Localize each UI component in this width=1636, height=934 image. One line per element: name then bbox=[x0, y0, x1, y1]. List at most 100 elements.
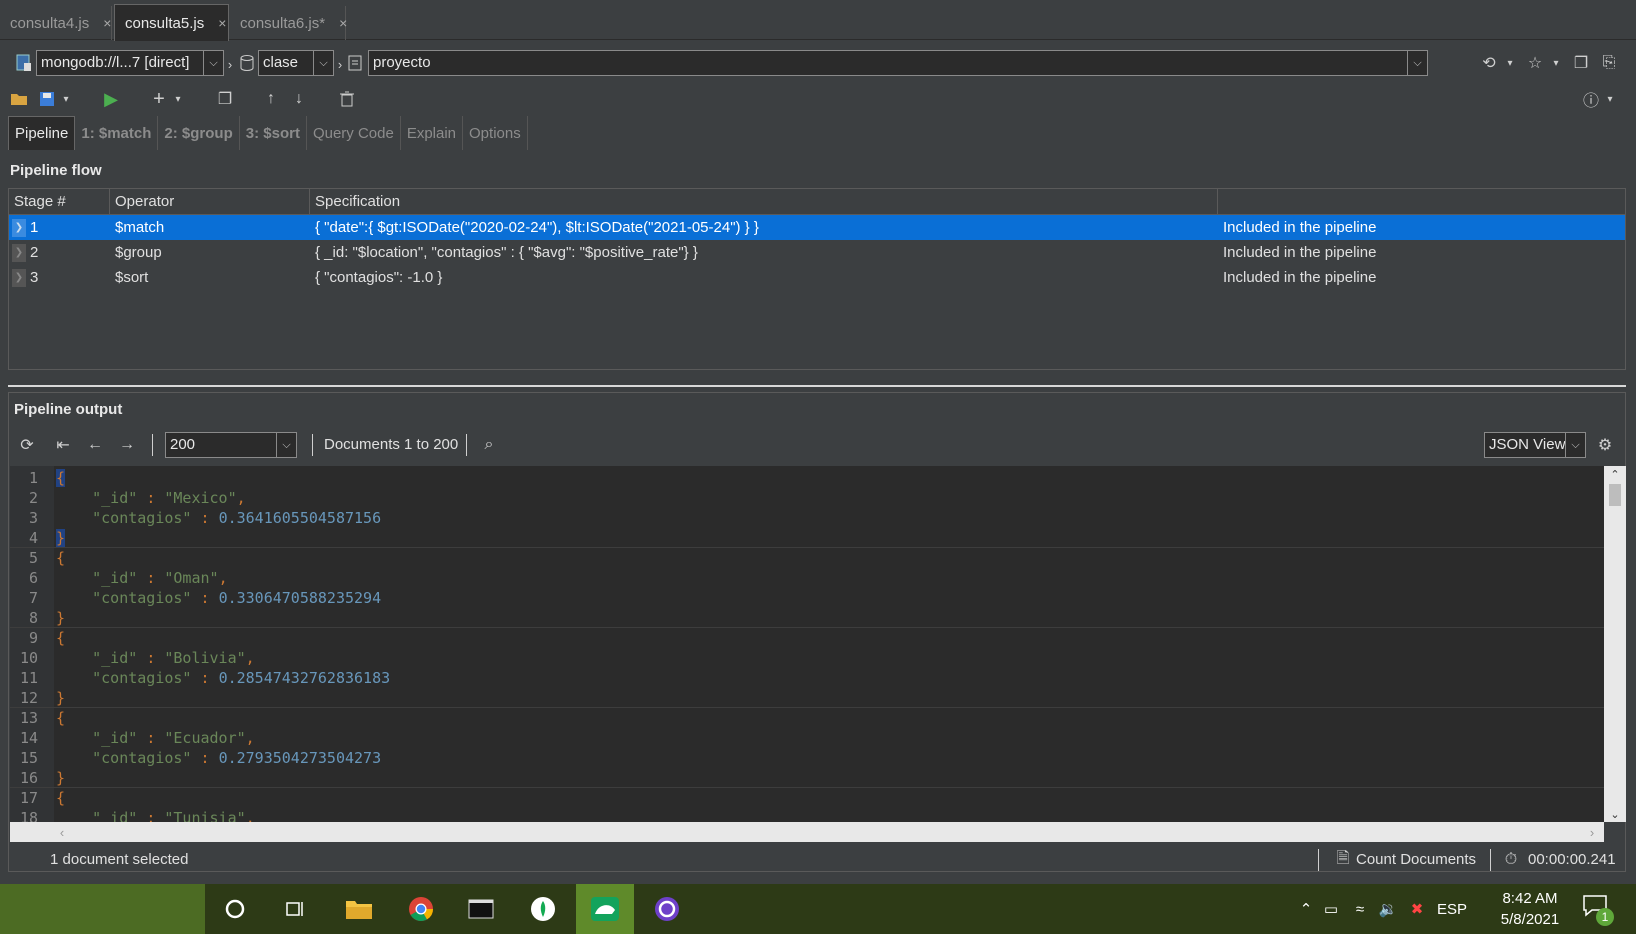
doc-id: Mexico bbox=[173, 489, 228, 507]
caret-down-icon[interactable]: ▾ bbox=[1504, 52, 1516, 74]
cortana-icon[interactable] bbox=[206, 884, 264, 934]
help-icon[interactable]: ⓘ bbox=[1580, 88, 1602, 110]
chevron-down-icon[interactable]: ⌵ bbox=[276, 433, 296, 457]
expand-icon[interactable]: ❯ bbox=[12, 243, 26, 262]
studio3t-icon[interactable] bbox=[576, 884, 634, 934]
doc-contagios: 0.3306470588235294 bbox=[218, 589, 382, 607]
close-icon[interactable]: × bbox=[103, 15, 111, 31]
view-mode-select[interactable]: JSON View ⌵ bbox=[1484, 432, 1586, 458]
vertical-scrollbar[interactable]: ⌃ ⌄ bbox=[1604, 466, 1626, 822]
collection-icon bbox=[346, 53, 364, 73]
caret-down-icon[interactable]: ▾ bbox=[172, 88, 184, 110]
tab-consulta4[interactable]: consulta4.js × bbox=[0, 6, 112, 40]
battery-icon[interactable]: ▭ bbox=[1316, 900, 1346, 918]
close-icon[interactable]: × bbox=[339, 15, 347, 31]
pipeline-output-title: Pipeline output bbox=[14, 401, 123, 418]
chevron-down-icon[interactable]: ⌵ bbox=[1407, 51, 1427, 75]
doc-contagios: 0.2793504273504273 bbox=[218, 749, 382, 767]
tab-consulta6[interactable]: consulta6.js* × bbox=[230, 6, 347, 40]
tab-query-code[interactable]: Query Code bbox=[307, 116, 401, 150]
add-icon[interactable]: + bbox=[148, 88, 170, 110]
tab-pipeline[interactable]: Pipeline bbox=[8, 116, 76, 150]
elapsed-time: 00:00:00.241 bbox=[1528, 851, 1616, 868]
chevron-down-icon[interactable]: ⌵ bbox=[1565, 433, 1585, 457]
scroll-up-icon[interactable]: ⌃ bbox=[1604, 466, 1626, 482]
wifi-icon[interactable]: ≈ bbox=[1346, 901, 1374, 918]
status-bar: 1 document selected 🗎 Count Documents ⏱ … bbox=[8, 846, 1626, 874]
scroll-down-icon[interactable]: ⌄ bbox=[1604, 806, 1626, 822]
chevron-down-icon[interactable]: ⌵ bbox=[203, 51, 223, 75]
database-select[interactable]: clase ⌵ bbox=[258, 50, 334, 76]
duplicate-icon[interactable]: ❐ bbox=[214, 88, 236, 110]
panel-splitter[interactable] bbox=[8, 385, 1626, 387]
action-center-icon[interactable]: 1 bbox=[1580, 892, 1614, 926]
chevron-down-icon[interactable]: ⌵ bbox=[313, 51, 333, 75]
star-icon[interactable]: ☆ bbox=[1524, 52, 1546, 74]
tab-label: consulta5.js bbox=[125, 14, 205, 32]
page-size-value: 200 bbox=[170, 436, 196, 453]
column-header-specification[interactable]: Specification bbox=[310, 189, 1218, 214]
caret-down-icon[interactable]: ▾ bbox=[1550, 52, 1562, 74]
tab-stage-match[interactable]: 1: $match bbox=[75, 116, 159, 150]
horizontal-scrollbar[interactable]: ‹ › bbox=[10, 822, 1604, 842]
inspect-icon[interactable]: ⌕ bbox=[478, 434, 500, 456]
scroll-right-icon[interactable]: › bbox=[1584, 822, 1600, 842]
history-icon[interactable]: ⟲ bbox=[1478, 52, 1500, 74]
collection-select[interactable]: proyecto ⌵ bbox=[368, 50, 1428, 76]
stage-operator: $group bbox=[115, 244, 162, 261]
tab-stage-group[interactable]: 2: $group bbox=[158, 116, 240, 150]
terminal-icon[interactable] bbox=[452, 884, 510, 934]
language-indicator[interactable]: ESP bbox=[1432, 901, 1472, 918]
show-hidden-icons-icon[interactable]: ⌃ bbox=[1296, 900, 1316, 918]
table-row[interactable]: ❯ 1 $match { "date":{ $gt:ISODate("2020-… bbox=[9, 215, 1625, 240]
selection-status: 1 document selected bbox=[50, 851, 189, 868]
clock[interactable]: 8:42 AM 5/8/2021 bbox=[1490, 888, 1570, 930]
expand-icon[interactable]: ❯ bbox=[12, 268, 26, 287]
copy-icon[interactable]: ❐ bbox=[1570, 52, 1592, 74]
caret-down-icon[interactable]: ▾ bbox=[1604, 88, 1616, 110]
delete-icon[interactable] bbox=[336, 88, 358, 110]
chrome-icon[interactable] bbox=[392, 884, 450, 934]
tab-stage-sort[interactable]: 3: $sort bbox=[240, 116, 307, 150]
refresh-icon[interactable]: ⟳ bbox=[16, 434, 38, 456]
settings-gear-icon[interactable]: ⚙ bbox=[1594, 434, 1616, 456]
volume-icon[interactable]: 🔉 bbox=[1374, 900, 1402, 918]
table-row[interactable]: ❯ 3 $sort { "contagios": -1.0 } Included… bbox=[9, 265, 1625, 290]
doc-contagios: 0.28547432762836183 bbox=[218, 669, 391, 687]
column-header-operator[interactable]: Operator bbox=[110, 189, 310, 214]
column-header-stage[interactable]: Stage # bbox=[9, 189, 110, 214]
move-up-icon[interactable]: ↑ bbox=[262, 88, 280, 110]
open-folder-icon[interactable] bbox=[8, 88, 30, 110]
json-result-editor[interactable]: 1{ 2 "_id" : "Mexico", 3 "contagios" : 0… bbox=[10, 466, 1604, 822]
mongodb-compass-icon[interactable] bbox=[514, 884, 572, 934]
next-page-icon[interactable]: → bbox=[116, 434, 138, 456]
save-icon[interactable] bbox=[36, 88, 58, 110]
task-view-icon[interactable] bbox=[266, 884, 324, 934]
file-explorer-icon[interactable] bbox=[330, 884, 388, 934]
server-select[interactable]: mongodb://l...7 [direct] ⌵ bbox=[36, 50, 224, 76]
table-row[interactable]: ❯ 2 $group { _id: "$location", "contagio… bbox=[9, 240, 1625, 265]
tab-explain[interactable]: Explain bbox=[401, 116, 464, 150]
connection-bar: mongodb://l...7 [direct] ⌵ › clase ⌵ › p… bbox=[0, 44, 1636, 84]
antivirus-warning-icon[interactable]: ✖ bbox=[1402, 900, 1432, 918]
count-documents-button[interactable]: Count Documents bbox=[1356, 851, 1476, 868]
tab-options[interactable]: Options bbox=[463, 116, 528, 150]
page-size-select[interactable]: 200 ⌵ bbox=[165, 432, 297, 458]
database-icon bbox=[238, 53, 256, 73]
scroll-left-icon[interactable]: ‹ bbox=[54, 822, 70, 842]
github-desktop-icon[interactable] bbox=[638, 884, 696, 934]
run-icon[interactable]: ▶ bbox=[100, 88, 122, 110]
taskbar-search-area[interactable] bbox=[0, 884, 205, 934]
prev-page-icon[interactable]: ← bbox=[84, 434, 106, 456]
scroll-thumb[interactable] bbox=[1609, 484, 1621, 506]
tab-consulta5[interactable]: consulta5.js × bbox=[114, 4, 229, 41]
column-header-status[interactable] bbox=[1218, 189, 1625, 214]
expand-icon[interactable]: ❯ bbox=[12, 218, 26, 237]
divider bbox=[312, 434, 313, 456]
first-page-icon[interactable]: ⇤ bbox=[52, 434, 74, 456]
move-down-icon[interactable]: ↓ bbox=[290, 88, 308, 110]
close-icon[interactable]: × bbox=[218, 15, 226, 31]
caret-down-icon[interactable]: ▾ bbox=[60, 88, 72, 110]
paste-icon[interactable]: ⎘ bbox=[1598, 52, 1620, 74]
divider bbox=[1318, 849, 1319, 871]
